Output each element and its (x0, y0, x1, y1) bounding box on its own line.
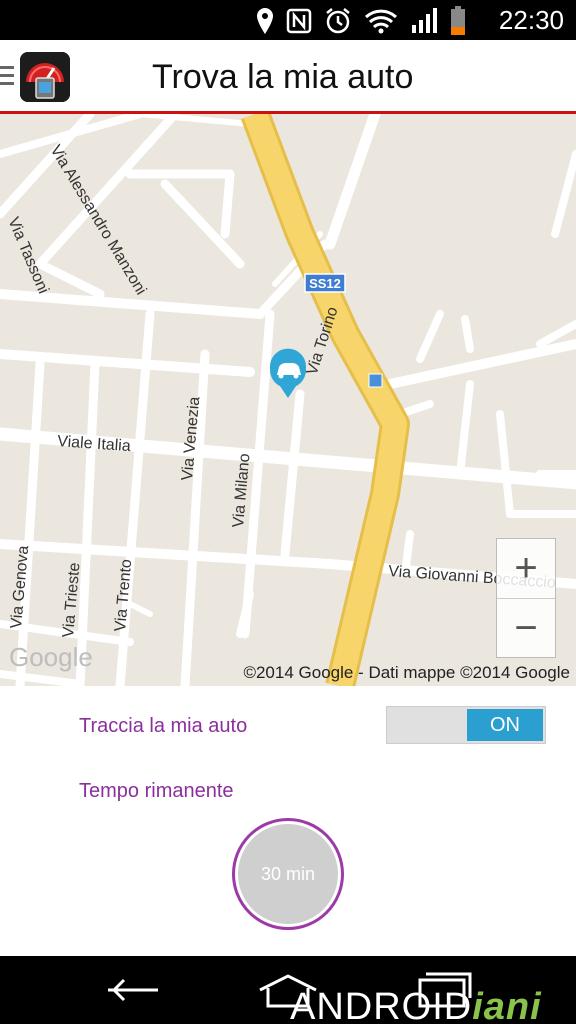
bus-stop-icon (368, 373, 383, 388)
timer-dial[interactable]: 30 min (232, 818, 344, 930)
zoom-in-button[interactable]: + (497, 539, 555, 598)
map-view[interactable]: SS12 Via Alessandro Manzoni Via Tassoni … (0, 114, 576, 686)
battery-icon (451, 6, 465, 35)
watermark-part1: ANDROID (290, 986, 473, 1028)
alarm-icon (326, 8, 350, 34)
status-bar: 22:30 (0, 0, 576, 40)
page-title: Trova la mia auto (152, 58, 414, 96)
status-icons (256, 6, 466, 36)
timer-value: 30 min (238, 824, 338, 924)
time-remaining-label: Tempo rimanente (79, 780, 234, 802)
map-canvas: SS12 Via Alessandro Manzoni Via Tassoni … (0, 114, 576, 686)
street-label: Via Trento (112, 558, 135, 632)
nfc-icon (286, 8, 312, 34)
location-icon (257, 8, 273, 34)
zoom-out-button[interactable]: − (497, 599, 555, 658)
toggle-on-label: ON (467, 709, 543, 741)
watermark: ANDROIDiani (290, 986, 542, 1029)
drawer-icon[interactable] (0, 66, 14, 88)
map-attribution[interactable]: ©2014 Google - Dati mappe ©2014 Google (243, 663, 570, 683)
google-logo: Google (9, 642, 93, 672)
zoom-controls: + − (496, 538, 556, 658)
track-toggle[interactable]: ON (386, 706, 546, 744)
watermark-part2: iani (472, 986, 542, 1028)
ss12-label: SS12 (309, 276, 341, 291)
back-icon[interactable] (100, 970, 164, 1010)
clock: 22:30 (498, 5, 564, 35)
track-label: Traccia la mia auto (79, 715, 248, 737)
street-label: Viale Italia (57, 433, 132, 455)
signal-icon (412, 8, 437, 33)
app-bar: Trova la mia auto (0, 40, 576, 114)
wifi-icon (364, 9, 398, 34)
speedometer-app-icon[interactable] (20, 52, 70, 102)
